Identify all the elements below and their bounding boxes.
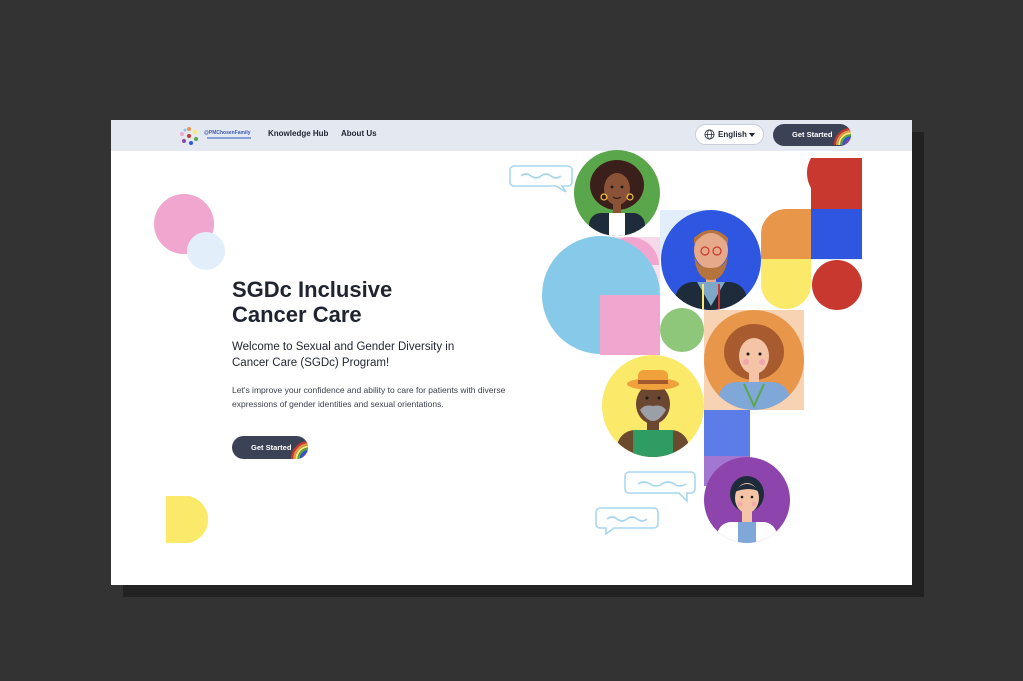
avatar — [574, 150, 660, 236]
avatar — [661, 210, 761, 310]
speech-bubble-icon — [624, 471, 696, 503]
title-line-2: Cancer Care — [232, 302, 362, 327]
get-started-button-hero[interactable]: Get Started — [232, 436, 308, 459]
avatar — [602, 355, 704, 457]
browser-page: @PMChosenFamily Knowledge Hub About Us E… — [111, 120, 912, 585]
get-started-label: Get Started — [251, 443, 292, 452]
rainbow-icon — [290, 440, 308, 459]
hero-subtitle: Welcome to Sexual and Gender Diversity i… — [232, 341, 455, 369]
avatar — [704, 457, 790, 543]
page-title: SGDc Inclusive Cancer Care — [232, 277, 472, 327]
speech-bubble-icon — [595, 507, 659, 536]
hero-description: Let's improve your confidence and abilit… — [232, 385, 506, 409]
yellow-halfcircle-decor — [166, 496, 209, 543]
lightblue-circle-decor — [187, 232, 225, 270]
speech-bubble-icon — [509, 165, 573, 193]
title-line-1: SGDc Inclusive — [232, 277, 393, 302]
